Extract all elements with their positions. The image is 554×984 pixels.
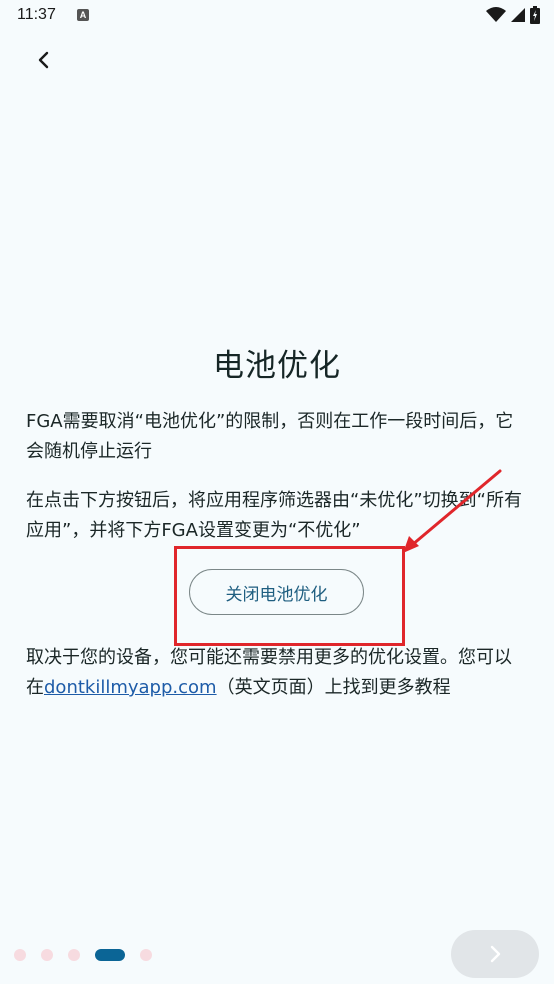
page-dot [41, 949, 53, 961]
back-button[interactable] [22, 40, 66, 80]
dontkillmyapp-link[interactable]: dontkillmyapp.com [44, 677, 217, 698]
page-title: 电池优化 [213, 348, 341, 384]
annotation-highlight-box [174, 546, 405, 646]
wifi-icon [486, 7, 506, 22]
instruction-text: 在点击下方按钮后，将应用程序筛选器由“未优化”切换到“所有应用”，并将下方FGA… [26, 490, 522, 541]
battery-icon [530, 6, 540, 24]
chevron-left-icon [38, 51, 49, 69]
page-indicator [14, 948, 152, 962]
page-dot [14, 949, 26, 961]
status-bar: 11:37 A [0, 0, 554, 34]
status-time: 11:37 [17, 6, 56, 23]
page-dot-active [95, 949, 125, 961]
notification-app-icon: A [77, 9, 89, 21]
status-icons [486, 6, 540, 24]
page-dot [140, 949, 152, 961]
battery-restriction-text: FGA需要取消“电池优化”的限制，否则在工作一段时间后，它会随机停止运行 [26, 411, 514, 462]
screen: 11:37 A 电池优化 FGA需要取消“电池优化”的限制，否则在工作一段时间后… [0, 0, 554, 984]
page-dot [68, 949, 80, 961]
chevron-right-icon [490, 945, 501, 963]
signal-icon [511, 8, 525, 22]
more-settings-text-after: （英文页面）上找到更多教程 [216, 677, 451, 698]
more-settings-text: 取决于您的设备，您可能还需要禁用更多的优化设置。您可以在dontkillmyap… [26, 643, 526, 703]
next-button[interactable] [451, 930, 539, 978]
